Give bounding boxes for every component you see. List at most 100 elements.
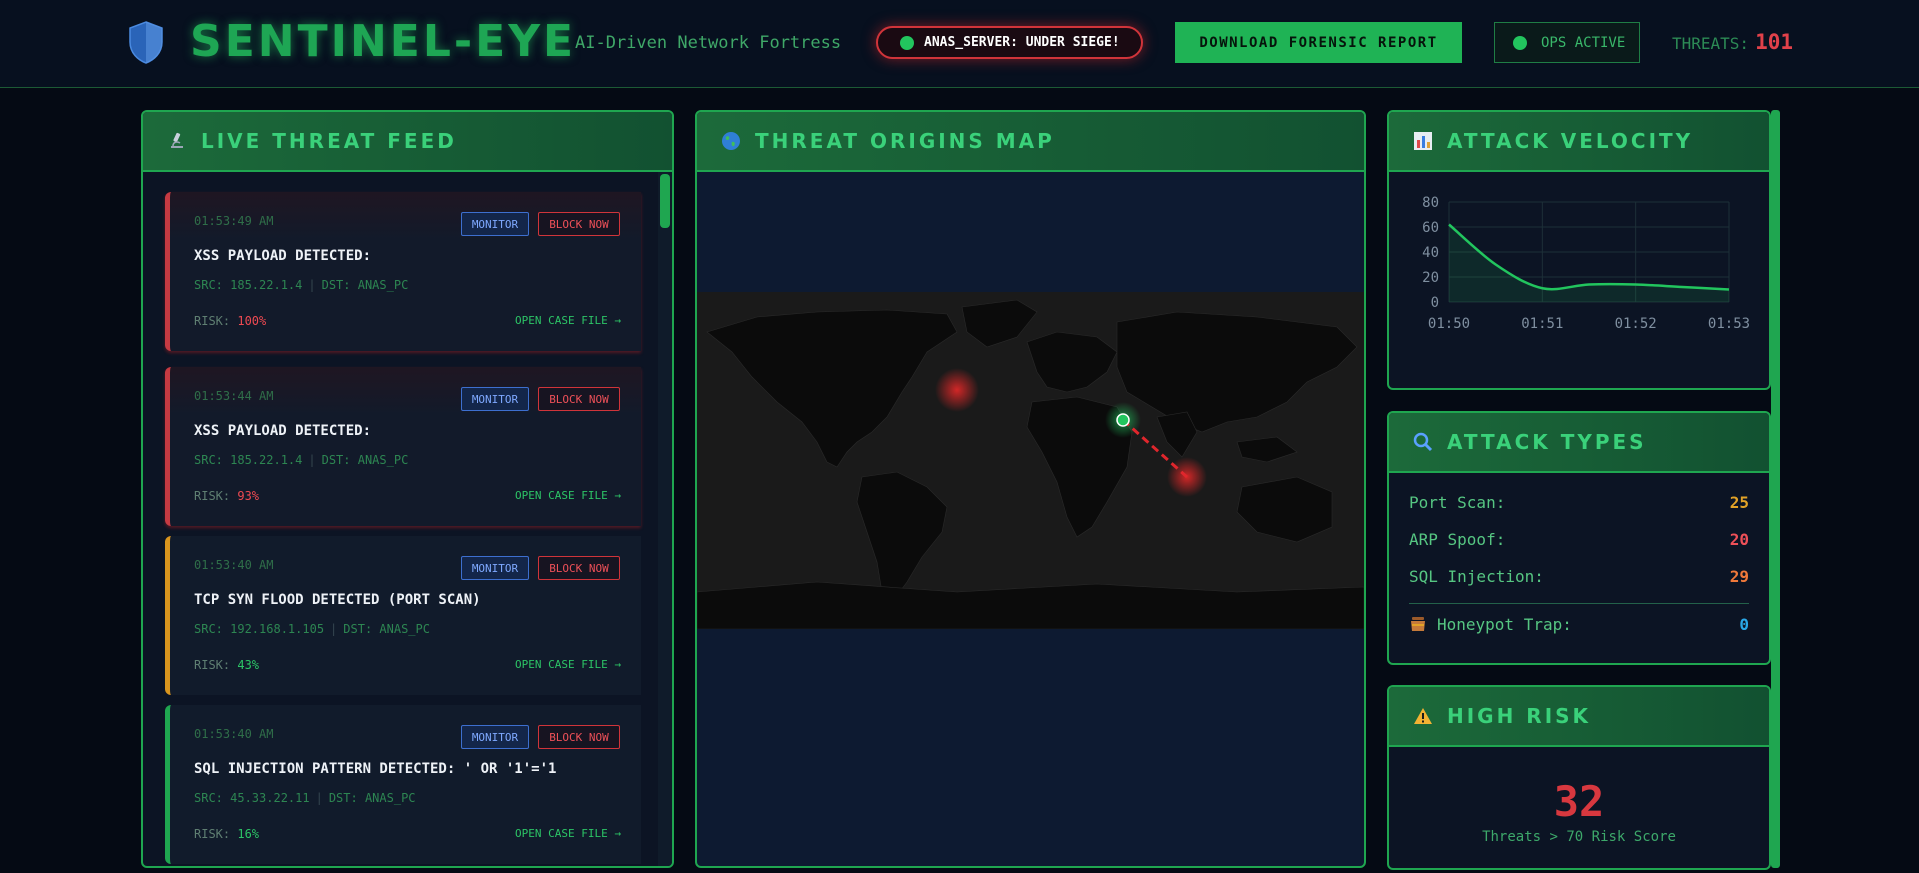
- world-map-svg: [697, 299, 1364, 630]
- feed-scrollbar[interactable]: [658, 172, 672, 866]
- monitor-button[interactable]: MONITOR: [461, 556, 529, 580]
- block-now-button[interactable]: BLOCK NOW: [538, 725, 620, 749]
- types-divider: [1409, 603, 1749, 604]
- home-node-marker[interactable]: [1116, 413, 1130, 427]
- tagline: AI-Driven Network Fortress: [575, 33, 842, 53]
- block-now-button[interactable]: BLOCK NOW: [538, 556, 620, 580]
- threats-label: THREATS:: [1672, 34, 1750, 53]
- brand-title: SENTINEL-EYE: [190, 16, 577, 67]
- high-risk-count: 32: [1553, 777, 1605, 826]
- threat-dst: DST: ANAS_PC: [343, 622, 430, 636]
- threat-src: SRC: 185.22.1.4: [194, 453, 303, 467]
- y-tick-label: 80: [1422, 195, 1439, 211]
- threat-title: XSS PAYLOAD DETECTED:: [194, 248, 372, 264]
- velocity-area: [1449, 224, 1729, 302]
- y-tick-label: 20: [1422, 270, 1439, 286]
- warning-icon: [1414, 708, 1432, 724]
- x-tick-label: 01:52: [1615, 316, 1657, 332]
- risk-label: RISK:: [194, 314, 231, 328]
- high-risk-panel: HIGH RISK 32 Threats > 70 Risk Score: [1387, 685, 1771, 870]
- threat-card: 01:53:44 AM MONITOR BLOCK NOW XSS PAYLOA…: [165, 367, 641, 526]
- threat-origin-marker[interactable]: [935, 368, 979, 412]
- monitor-button[interactable]: MONITOR: [461, 725, 529, 749]
- open-case-file-link[interactable]: OPEN CASE FILE →: [515, 827, 621, 840]
- threat-src: SRC: 45.33.22.11: [194, 791, 310, 805]
- velocity-chart: 0 20 40 60 80 01:50 01:51 01:52 01:53: [1422, 195, 1750, 332]
- x-tick-label: 01:53: [1708, 316, 1750, 332]
- threat-src: SRC: 185.22.1.4: [194, 278, 303, 292]
- magnifier-icon: [1413, 432, 1433, 452]
- threats-count: 101: [1755, 30, 1793, 54]
- open-case-file-link[interactable]: OPEN CASE FILE →: [515, 489, 621, 502]
- attack-type-port-scan: Port Scan: 25: [1409, 493, 1749, 512]
- threat-time: 01:53:40 AM: [194, 727, 274, 741]
- open-case-file-link[interactable]: OPEN CASE FILE →: [515, 658, 621, 671]
- page-scrollbar[interactable]: [1771, 110, 1780, 868]
- download-report-button[interactable]: DOWNLOAD FORENSIC REPORT: [1175, 22, 1462, 63]
- honey-pot-icon: [1411, 617, 1425, 631]
- threat-title: SQL INJECTION PATTERN DETECTED: ' OR '1'…: [194, 761, 557, 777]
- microscope-icon: [171, 132, 183, 148]
- x-tick-label: 01:50: [1428, 316, 1470, 332]
- shield-logo-icon: [129, 21, 163, 64]
- risk-header: HIGH RISK: [1389, 687, 1769, 747]
- threat-time: 01:53:44 AM: [194, 389, 274, 403]
- types-title: ATTACK TYPES: [1447, 430, 1647, 454]
- block-now-button[interactable]: BLOCK NOW: [538, 212, 620, 236]
- threat-dst: DST: ANAS_PC: [321, 278, 409, 292]
- feed-scroll-thumb[interactable]: [660, 174, 670, 228]
- type-label: Port Scan:: [1409, 493, 1506, 512]
- app-header: SENTINEL-EYE AI-Driven Network Fortress …: [0, 0, 1919, 88]
- high-risk-label: Threats > 70 Risk Score: [1482, 829, 1676, 845]
- type-label: ARP Spoof:: [1409, 530, 1506, 549]
- open-case-file-link[interactable]: OPEN CASE FILE →: [515, 314, 621, 327]
- attack-type-sql-injection: SQL Injection: 29: [1409, 567, 1749, 586]
- types-header: ATTACK TYPES: [1389, 413, 1769, 473]
- y-tick-label: 60: [1422, 220, 1439, 236]
- block-now-button[interactable]: BLOCK NOW: [538, 387, 620, 411]
- risk-label: RISK:: [194, 489, 231, 503]
- risk-title: HIGH RISK: [1447, 704, 1592, 728]
- live-threat-feed-panel: LIVE THREAT FEED 01:53:49 AM MONITOR BLO…: [141, 110, 674, 868]
- threat-dst: DST: ANAS_PC: [321, 453, 409, 467]
- attack-type-honeypot: Honeypot Trap: 0: [1409, 615, 1749, 634]
- x-tick-label: 01:51: [1521, 316, 1563, 332]
- y-tick-label: 0: [1431, 295, 1439, 311]
- type-value: 20: [1729, 530, 1749, 549]
- threat-origins-map-panel: THREAT ORIGINS MAP: [695, 110, 1366, 868]
- map-header: THREAT ORIGINS MAP: [697, 112, 1364, 172]
- threat-time: 01:53:49 AM: [194, 214, 274, 228]
- risk-label: RISK:: [194, 658, 231, 672]
- attack-types-panel: ATTACK TYPES Port Scan: 25 ARP Spoof: 20…: [1387, 411, 1771, 665]
- threat-time: 01:53:40 AM: [194, 558, 274, 572]
- threat-risk: RISK: 100%: [194, 314, 266, 328]
- threat-src-dst: SRC: 185.22.1.4 | DST: ANAS_PC: [194, 278, 409, 292]
- threat-src-dst: SRC: 185.22.1.4 | DST: ANAS_PC: [194, 453, 409, 467]
- ops-label: OPS ACTIVE: [1541, 34, 1626, 51]
- globe-icon: [722, 132, 740, 150]
- type-label: SQL Injection:: [1409, 567, 1544, 586]
- monitor-button[interactable]: MONITOR: [461, 387, 529, 411]
- velocity-title: ATTACK VELOCITY: [1447, 129, 1694, 153]
- threat-src: SRC: 192.168.1.105: [194, 622, 325, 636]
- threat-card: 01:53:40 AM MONITOR BLOCK NOW TCP SYN FL…: [165, 536, 641, 695]
- type-value: 0: [1739, 615, 1749, 634]
- threat-risk: RISK: 93%: [194, 489, 259, 503]
- velocity-header: ATTACK VELOCITY: [1389, 112, 1769, 172]
- threat-risk: RISK: 43%: [194, 658, 259, 672]
- ops-dot-icon: [1513, 36, 1527, 50]
- threat-src-dst: SRC: 192.168.1.105 | DST: ANAS_PC: [194, 622, 430, 636]
- attack-velocity-panel: ATTACK VELOCITY 0 20 40 60 80 01:50 01:51 01:52…: [1387, 110, 1771, 390]
- ops-status-toggle[interactable]: OPS ACTIVE: [1494, 22, 1640, 63]
- map-title: THREAT ORIGINS MAP: [755, 129, 1055, 153]
- server-status-text: ANAS_SERVER: UNDER SIEGE!: [924, 35, 1120, 50]
- risk-value: 100%: [237, 314, 267, 328]
- threat-dst: DST: ANAS_PC: [328, 791, 416, 805]
- status-dot-icon: [900, 36, 914, 50]
- threat-card: 01:53:49 AM MONITOR BLOCK NOW XSS PAYLOA…: [165, 192, 641, 351]
- monitor-button[interactable]: MONITOR: [461, 212, 529, 236]
- type-value: 29: [1729, 567, 1749, 586]
- risk-value: 16%: [237, 827, 260, 841]
- threat-card: 01:53:40 AM MONITOR BLOCK NOW SQL INJECT…: [165, 705, 641, 864]
- world-map[interactable]: [697, 292, 1364, 630]
